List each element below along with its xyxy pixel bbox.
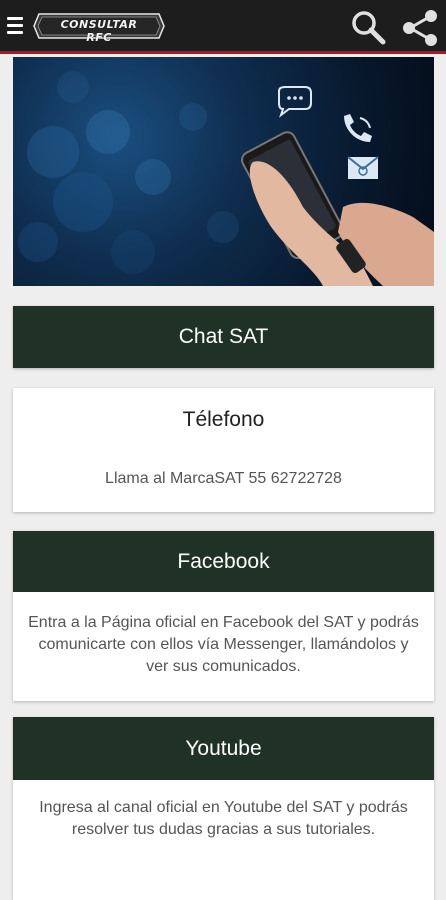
youtube-description: Ingresa al canal oficial en Youtube del … — [13, 780, 434, 900]
hero-image — [13, 57, 434, 286]
share-icon[interactable] — [400, 9, 440, 47]
logo-text: CONSULTAR RFC — [60, 18, 138, 44]
facebook-description: Entra a la Página oficial en Facebook de… — [13, 592, 434, 701]
telefono-text: Llama al MarcaSAT 55 62722728 — [105, 470, 342, 487]
phone-contact-illustration — [18, 71, 434, 286]
telefono-title: Télefono — [182, 408, 265, 431]
chat-sat-button[interactable]: Chat SAT — [13, 306, 434, 368]
youtube-card: Youtube Ingresa al canal oficial en Yout… — [13, 717, 434, 900]
search-icon[interactable] — [350, 9, 386, 45]
app-bar: CONSULTAR RFC — [0, 0, 446, 54]
app-logo: CONSULTAR RFC — [33, 12, 165, 44]
youtube-button[interactable]: Youtube — [13, 717, 434, 780]
facebook-card: Facebook Entra a la Página oficial en Fa… — [13, 531, 434, 701]
facebook-button[interactable]: Facebook — [13, 531, 434, 592]
chat-sat-card[interactable]: Chat SAT — [13, 306, 434, 368]
telefono-card: Télefono Llama al MarcaSAT 55 62722728 — [13, 388, 434, 512]
hamburger-menu-icon[interactable] — [7, 17, 23, 35]
